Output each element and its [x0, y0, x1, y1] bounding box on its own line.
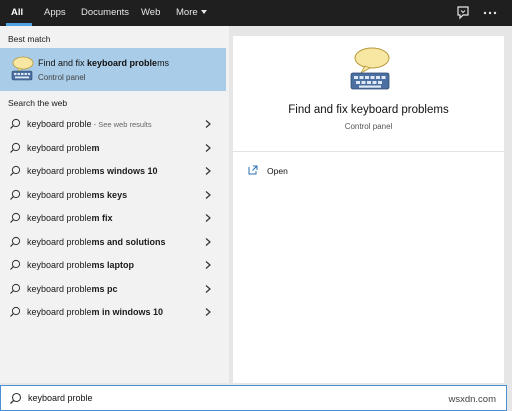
open-icon [248, 165, 258, 175]
search-icon [10, 212, 21, 223]
best-match-heading: Best match [8, 34, 51, 44]
tab-web[interactable]: Web [141, 0, 160, 26]
suggestion-text: keyboard problems keys [27, 189, 128, 200]
search-icon [10, 236, 21, 247]
search-icon [10, 306, 21, 317]
search-icon [10, 118, 21, 129]
suggestion-text: keyboard problems windows 10 [27, 166, 158, 176]
feedback-icon[interactable] [455, 5, 471, 21]
chevron-right-icon[interactable] [204, 307, 212, 317]
suggestion-text: keyboard problem [27, 142, 100, 153]
chevron-right-icon[interactable] [204, 190, 212, 200]
search-icon [10, 142, 21, 153]
preview-panel: Find and fix keyboard problems Control p… [233, 36, 504, 383]
suggestion-text: keyboard problems pc [27, 283, 118, 294]
search-icon [10, 259, 21, 270]
web-suggestion-item[interactable]: keyboard proble - See web results [0, 113, 226, 135]
chevron-right-icon[interactable] [204, 260, 212, 270]
suggestion-text: keyboard problems laptop [27, 260, 135, 270]
suggestion-text: keyboard problems and solutions [27, 236, 166, 247]
web-suggestion-item[interactable]: keyboard problems windows 10 [0, 160, 226, 182]
best-match-item[interactable]: Find and fix keyboard problems Control p… [0, 48, 226, 91]
web-suggestion-item[interactable]: keyboard problem in windows 10 [0, 301, 226, 323]
web-suggestion-item[interactable]: keyboard problem fix [0, 207, 226, 229]
results-list: Best match Find and fix keyboard problem… [0, 26, 229, 383]
preview-subtitle: Control panel [344, 122, 393, 131]
search-icon [10, 283, 21, 294]
keyboard-troubleshooter-icon [350, 47, 390, 90]
web-suggestion-item[interactable]: keyboard problems and solutions [0, 231, 226, 253]
search-icon [10, 189, 21, 200]
best-match-title: Find and fix keyboard problems [38, 58, 170, 68]
web-suggestion-item[interactable]: keyboard problems pc [0, 278, 226, 300]
watermark: wsxdn.com [448, 394, 496, 405]
search-input[interactable]: keyboard proble [28, 393, 93, 403]
divider [233, 151, 504, 152]
chevron-right-icon[interactable] [204, 284, 212, 294]
web-suggestion-item[interactable]: keyboard problems laptop [0, 254, 226, 276]
open-label: Open [267, 166, 288, 176]
tab-documents[interactable]: Documents [81, 0, 129, 26]
tab-more-label: More [176, 7, 198, 18]
suggestion-text: keyboard proble - See web results [27, 119, 152, 129]
search-web-heading: Search the web [8, 98, 68, 108]
chevron-right-icon[interactable] [204, 119, 212, 129]
search-filter-bar: All Apps Documents Web More [0, 0, 512, 26]
chevron-right-icon[interactable] [204, 166, 212, 176]
tab-apps[interactable]: Apps [44, 0, 66, 26]
search-icon [10, 165, 21, 176]
web-suggestion-item[interactable]: keyboard problem [0, 137, 226, 159]
web-suggestion-item[interactable]: keyboard problems keys [0, 184, 226, 206]
search-icon [10, 392, 22, 404]
best-match-subtitle: Control panel [38, 73, 86, 82]
chevron-right-icon[interactable] [204, 237, 212, 247]
chevron-down-icon [200, 10, 207, 15]
suggestion-text: keyboard problem fix [27, 213, 113, 223]
keyboard-troubleshooter-icon [11, 56, 34, 81]
preview-title: Find and fix keyboard problems [288, 104, 449, 116]
search-box[interactable]: keyboard proble wsxdn.com [0, 385, 507, 411]
suggestion-text: keyboard problem in windows 10 [27, 307, 164, 317]
more-options-icon[interactable] [482, 5, 498, 21]
chevron-right-icon[interactable] [204, 143, 212, 153]
chevron-right-icon[interactable] [204, 213, 212, 223]
tab-more[interactable]: More [176, 0, 207, 26]
